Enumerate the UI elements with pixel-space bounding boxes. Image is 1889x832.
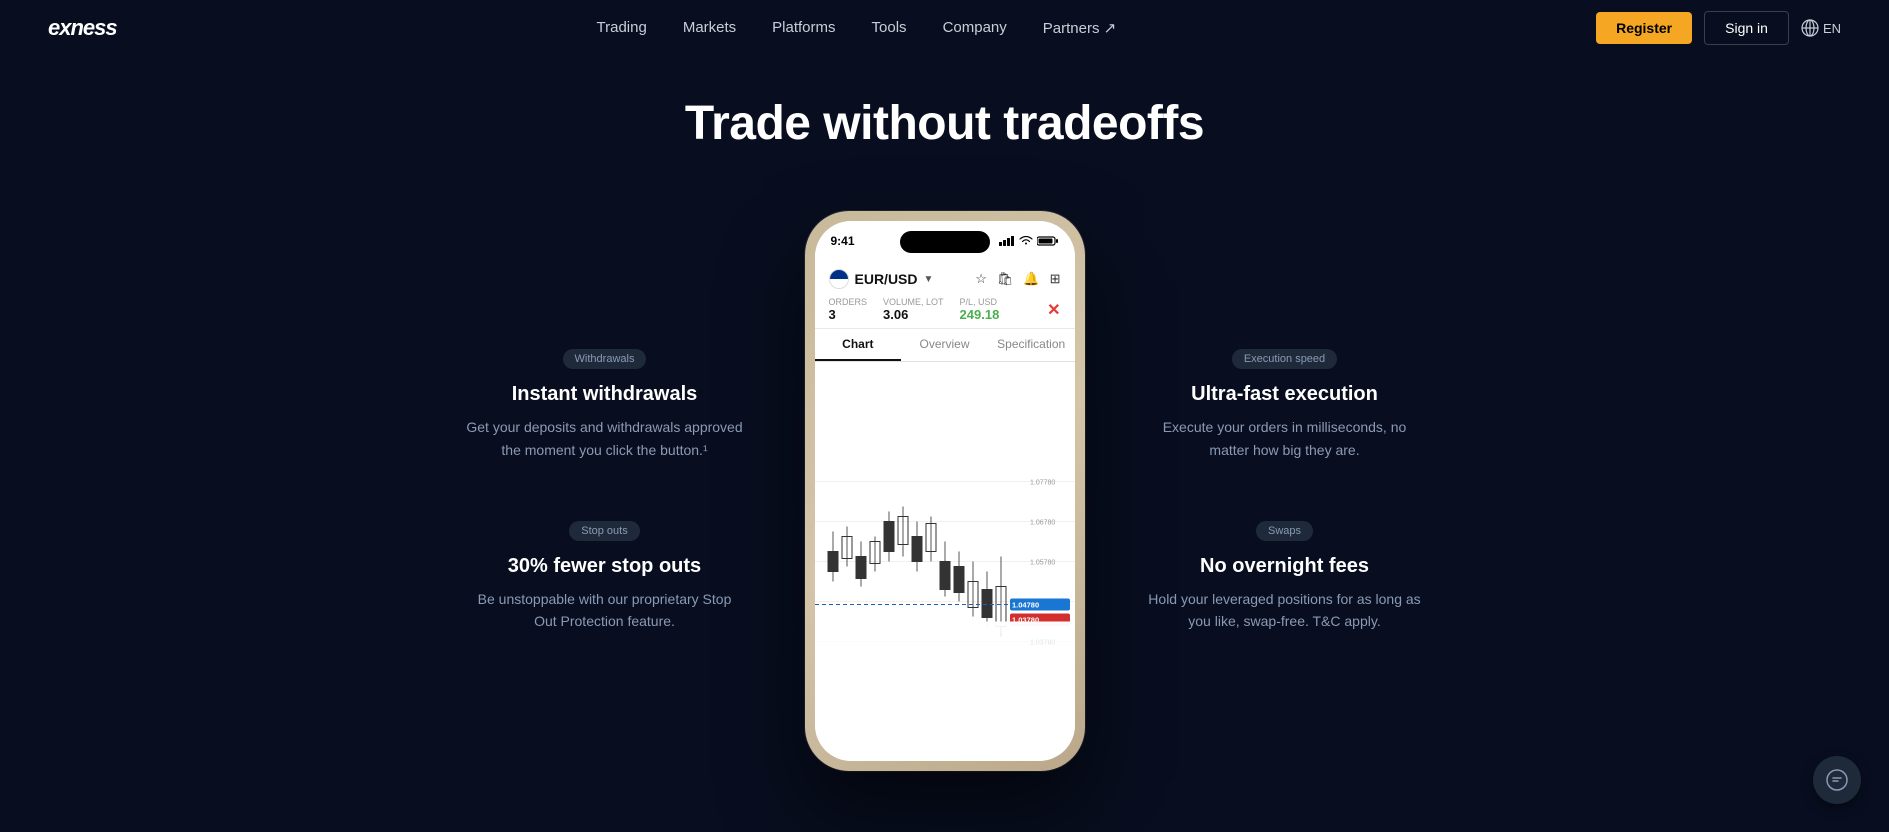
execution-badge: Execution speed xyxy=(1232,349,1337,369)
volume-stat: VOLUME, LOT 3.06 xyxy=(883,297,944,322)
stopouts-title: 30% fewer stop outs xyxy=(508,555,701,578)
lang-label: EN xyxy=(1823,21,1841,36)
currency-chevron-icon: ▼ xyxy=(924,274,934,285)
bag-icon[interactable]: 🛍 xyxy=(997,271,1014,287)
withdrawals-desc: Get your deposits and withdrawals approv… xyxy=(465,416,745,461)
currency-row: EUR/USD ▼ ☆ 🛍 🔔 ⊞ xyxy=(829,269,1061,289)
tab-chart[interactable]: Chart xyxy=(815,329,902,361)
pnl-value: 249.18 xyxy=(960,307,1000,322)
volume-label: VOLUME, LOT xyxy=(883,297,944,307)
battery-icon xyxy=(1037,236,1059,246)
phone-screen: 9:41 xyxy=(815,221,1075,761)
phone-stats-row: ORDERS 3 VOLUME, LOT 3.06 P/L, USD 249.1… xyxy=(829,297,1061,322)
chart-area: 1.07780 1.06780 1.05780 1.04780 1.03780 xyxy=(815,362,1075,761)
nav-trading[interactable]: Trading xyxy=(597,19,647,36)
nav-menu: Trading Markets Platforms Tools Company … xyxy=(597,19,1117,38)
phone-mockup-container: 9:41 xyxy=(795,211,1095,771)
orders-stat: ORDERS 3 xyxy=(829,297,868,322)
flag-icon xyxy=(829,269,849,289)
nav-tools[interactable]: Tools xyxy=(872,19,907,36)
feature-withdrawals: Withdrawals Instant withdrawals Get your… xyxy=(455,349,755,461)
left-features: Withdrawals Instant withdrawals Get your… xyxy=(455,349,795,633)
currency-left: EUR/USD ▼ xyxy=(829,269,934,289)
feature-swaps: Swaps No overnight fees Hold your levera… xyxy=(1135,521,1435,633)
orders-label: ORDERS xyxy=(829,297,868,307)
feature-stopouts: Stop outs 30% fewer stop outs Be unstopp… xyxy=(455,521,755,633)
hero-title: Trade without tradeoffs xyxy=(685,96,1204,151)
execution-title: Ultra-fast execution xyxy=(1191,383,1378,406)
candlestick-chart: 1.07780 1.06780 1.05780 1.04780 1.03780 xyxy=(815,362,1075,761)
phone-status-icons xyxy=(999,236,1059,246)
close-button[interactable]: ✕ xyxy=(1047,300,1060,320)
volume-value: 3.06 xyxy=(883,307,944,322)
phone-time: 9:41 xyxy=(831,234,855,248)
globe-icon xyxy=(1801,19,1819,37)
chat-icon xyxy=(1826,769,1848,791)
hero-section: Trade without tradeoffs Withdrawals Inst… xyxy=(0,56,1889,832)
star-icon[interactable]: ☆ xyxy=(975,271,987,287)
nav-company[interactable]: Company xyxy=(943,19,1007,36)
nav-actions: Register Sign in EN xyxy=(1596,11,1841,45)
feature-execution: Execution speed Ultra-fast execution Exe… xyxy=(1135,349,1435,461)
dynamic-island xyxy=(900,231,990,253)
phone-currency-header: EUR/USD ▼ ☆ 🛍 🔔 ⊞ xyxy=(815,261,1075,329)
phone-mockup: 9:41 xyxy=(805,211,1085,771)
pnl-label: P/L, USD xyxy=(960,297,1000,307)
right-features: Execution speed Ultra-fast execution Exe… xyxy=(1095,349,1435,633)
features-row: Withdrawals Instant withdrawals Get your… xyxy=(0,211,1889,771)
svg-text:1.05780: 1.05780 xyxy=(1030,560,1055,567)
tab-overview[interactable]: Overview xyxy=(901,329,988,361)
pnl-stat: P/L, USD 249.18 xyxy=(960,297,1000,322)
signal-icon xyxy=(999,236,1015,246)
stopouts-desc: Be unstoppable with our proprietary Stop… xyxy=(465,588,745,633)
language-selector[interactable]: EN xyxy=(1801,19,1841,37)
currency-label[interactable]: EUR/USD xyxy=(855,271,918,287)
stopouts-badge: Stop outs xyxy=(569,521,639,541)
orders-value: 3 xyxy=(829,307,868,322)
signin-button[interactable]: Sign in xyxy=(1704,11,1789,45)
tab-specification[interactable]: Specification xyxy=(988,329,1075,361)
swaps-badge: Swaps xyxy=(1256,521,1313,541)
menu-icon[interactable]: ⊞ xyxy=(1050,271,1061,287)
withdrawals-badge: Withdrawals xyxy=(563,349,647,369)
execution-desc: Execute your orders in milliseconds, no … xyxy=(1145,416,1425,461)
phone-tabs: Chart Overview Specification xyxy=(815,329,1075,362)
nav-platforms[interactable]: Platforms xyxy=(772,19,835,36)
withdrawals-title: Instant withdrawals xyxy=(512,383,698,406)
swaps-title: No overnight fees xyxy=(1200,555,1369,578)
register-button[interactable]: Register xyxy=(1596,12,1692,44)
svg-text:1.04780: 1.04780 xyxy=(1012,601,1039,610)
swaps-desc: Hold your leveraged positions for as lon… xyxy=(1145,588,1425,633)
logo[interactable]: exness xyxy=(48,15,117,41)
chat-button[interactable] xyxy=(1813,756,1861,804)
nav-partners[interactable]: Partners ↗ xyxy=(1043,20,1116,37)
bell-icon[interactable]: 🔔 xyxy=(1023,271,1039,287)
navigation: exness Trading Markets Platforms Tools C… xyxy=(0,0,1889,56)
phone-action-icons: ☆ 🛍 🔔 ⊞ xyxy=(975,271,1060,287)
svg-text:1.06780: 1.06780 xyxy=(1030,520,1055,527)
svg-text:1.07780: 1.07780 xyxy=(1030,480,1055,487)
wifi-icon xyxy=(1019,236,1033,246)
nav-markets[interactable]: Markets xyxy=(683,19,736,36)
